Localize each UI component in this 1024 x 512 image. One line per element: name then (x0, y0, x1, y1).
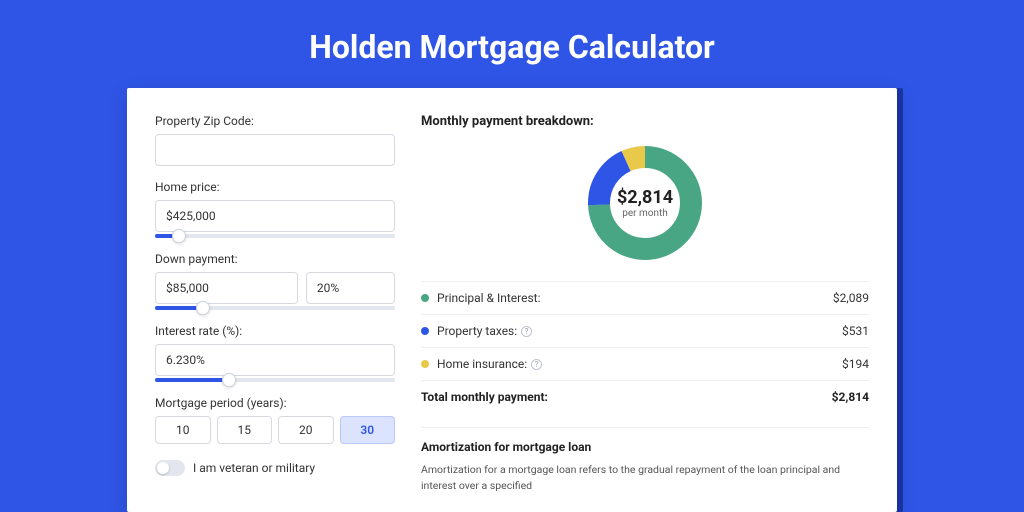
legend-label: Property taxes:? (437, 324, 842, 338)
page-title: Holden Mortgage Calculator (0, 0, 1024, 88)
amortization-section: Amortization for mortgage loan Amortizat… (421, 427, 869, 494)
donut-amount: $2,814 (617, 187, 673, 208)
legend-value: $194 (842, 357, 869, 371)
calculator-card: Property Zip Code: Home price: Down paym… (127, 88, 897, 512)
price-label: Home price: (155, 180, 395, 194)
total-value: $2,814 (832, 390, 869, 404)
period-label: Mortgage period (years): (155, 396, 395, 410)
legend-dot (421, 294, 429, 302)
donut-chart: $2,814 per month (421, 143, 869, 263)
breakdown-legend: Principal & Interest:$2,089Property taxe… (421, 281, 869, 413)
price-field: Home price: (155, 180, 395, 238)
down-field: Down payment: (155, 252, 395, 310)
legend-value: $531 (842, 324, 869, 338)
legend-dot (421, 360, 429, 368)
period-10[interactable]: 10 (155, 416, 211, 444)
info-icon[interactable]: ? (531, 359, 542, 370)
breakdown-panel: Monthly payment breakdown: $2,814 per mo… (421, 114, 869, 494)
legend-dot (421, 327, 429, 335)
amort-text: Amortization for a mortgage loan refers … (421, 462, 869, 494)
down-slider[interactable] (155, 306, 395, 310)
price-input[interactable] (155, 200, 395, 232)
period-field: Mortgage period (years): 10152030 (155, 396, 395, 444)
legend-row: Property taxes:?$531 (421, 315, 869, 348)
amort-title: Amortization for mortgage loan (421, 440, 869, 454)
total-label: Total monthly payment: (421, 390, 832, 404)
donut-sub: per month (622, 208, 668, 219)
down-percent-input[interactable] (306, 272, 395, 304)
rate-field: Interest rate (%): (155, 324, 395, 382)
zip-field: Property Zip Code: (155, 114, 395, 166)
price-slider[interactable] (155, 234, 395, 238)
zip-label: Property Zip Code: (155, 114, 395, 128)
down-amount-input[interactable] (155, 272, 298, 304)
legend-total: Total monthly payment:$2,814 (421, 381, 869, 413)
legend-label: Principal & Interest: (437, 291, 833, 305)
down-label: Down payment: (155, 252, 395, 266)
rate-label: Interest rate (%): (155, 324, 395, 338)
period-15[interactable]: 15 (217, 416, 273, 444)
period-options: 10152030 (155, 416, 395, 444)
inputs-panel: Property Zip Code: Home price: Down paym… (155, 114, 395, 494)
period-20[interactable]: 20 (278, 416, 334, 444)
info-icon[interactable]: ? (521, 326, 532, 337)
veteran-toggle[interactable] (155, 460, 185, 476)
legend-value: $2,089 (833, 291, 869, 305)
breakdown-title: Monthly payment breakdown: (421, 114, 869, 129)
legend-row: Home insurance:?$194 (421, 348, 869, 381)
rate-slider[interactable] (155, 378, 395, 382)
legend-row: Principal & Interest:$2,089 (421, 282, 869, 315)
veteran-row: I am veteran or military (155, 460, 395, 476)
veteran-label: I am veteran or military (193, 461, 315, 475)
zip-input[interactable] (155, 134, 395, 166)
period-30[interactable]: 30 (340, 416, 396, 444)
legend-label: Home insurance:? (437, 357, 842, 371)
rate-input[interactable] (155, 344, 395, 376)
